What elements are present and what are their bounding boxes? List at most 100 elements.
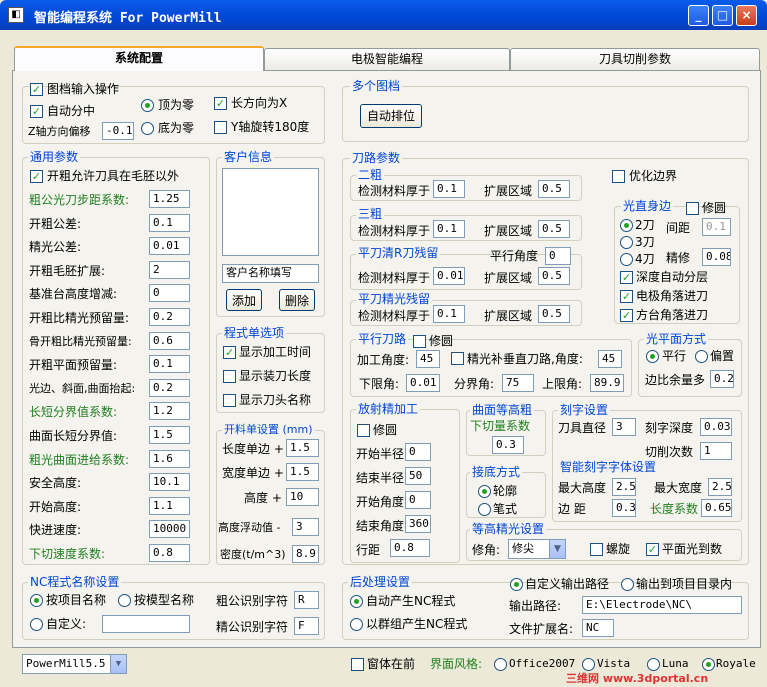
spiral-checkbox[interactable] [590, 543, 603, 556]
engrave-depth-input[interactable]: 0.03 [700, 418, 732, 436]
plane-parallel-radio[interactable] [646, 350, 659, 363]
top-zero-radio[interactable] [141, 99, 154, 112]
third-rough-detect-input[interactable]: 0.1 [433, 220, 465, 238]
flat-finish-expand-input[interactable]: 0.5 [538, 305, 570, 323]
show-length-checkbox[interactable] [223, 370, 236, 383]
version-select[interactable]: PowerMill5.5 ▼ [22, 654, 127, 674]
general-param-input[interactable]: 0.2 [149, 308, 190, 326]
general-param-input[interactable]: 1.25 [149, 190, 190, 208]
elec-corner-checkbox[interactable]: ✓ [620, 290, 633, 303]
minimize-button[interactable]: _ [688, 5, 709, 26]
y-rotate-checkbox[interactable] [214, 121, 227, 134]
allow-tool-checkbox[interactable]: ✓ [30, 170, 43, 183]
third-rough-expand-input[interactable]: 0.5 [538, 220, 570, 238]
cut-count-input[interactable]: 1 [700, 442, 732, 460]
second-rough-expand-input[interactable]: 0.5 [538, 180, 570, 198]
height-margin-input[interactable]: 10 [286, 488, 319, 506]
custom-name-input[interactable] [102, 615, 190, 633]
depth-auto-checkbox[interactable]: ✓ [620, 271, 633, 284]
chevron-down-icon[interactable]: ▼ [549, 540, 565, 558]
delete-customer-button[interactable]: 删除 [279, 289, 315, 311]
max-height-input[interactable]: 2.5 [612, 478, 636, 496]
customer-list[interactable] [222, 168, 319, 256]
plane-first-checkbox[interactable]: ✓ [646, 543, 659, 556]
file-ext-input[interactable]: NC [582, 619, 614, 637]
general-param-input[interactable]: 0.8 [149, 544, 190, 562]
by-model-radio[interactable] [118, 594, 131, 607]
four-pass-radio[interactable] [620, 253, 633, 266]
z-offset-input[interactable]: -0.1 [102, 122, 134, 140]
max-width-input[interactable]: 2.5 [708, 478, 732, 496]
row-spacing-input[interactable]: 0.8 [390, 539, 430, 557]
to-project-radio[interactable] [621, 578, 634, 591]
close-button[interactable]: × [736, 5, 757, 26]
auto-nc-radio[interactable] [350, 595, 363, 608]
style-office-radio[interactable] [494, 658, 507, 671]
length-coef-input[interactable]: 0.65 [701, 499, 732, 517]
by-project-radio[interactable] [30, 594, 43, 607]
gap-input[interactable]: 0.1 [702, 218, 731, 236]
width-margin-input[interactable]: 1.5 [286, 463, 319, 481]
start-angle-input[interactable]: 0 [405, 491, 431, 509]
finish-vertical-checkbox[interactable] [451, 352, 464, 365]
general-param-input[interactable]: 1.1 [149, 496, 190, 515]
general-param-input[interactable]: 0.1 [149, 213, 190, 232]
general-param-input[interactable]: 0.2 [149, 378, 190, 397]
corner-select[interactable]: 修尖 ▼ [508, 539, 566, 559]
flat-angle-input[interactable]: 0 [545, 247, 571, 265]
length-margin-input[interactable]: 1.5 [286, 439, 319, 457]
second-rough-detect-input[interactable]: 0.1 [433, 180, 465, 198]
radial-trim-checkbox[interactable] [357, 424, 370, 437]
tool-dia-input[interactable]: 3 [612, 418, 636, 436]
general-param-input[interactable]: 0.1 [149, 355, 190, 374]
flat-expand-input[interactable]: 0.5 [538, 267, 570, 285]
auto-arrange-button[interactable]: 自动排位 [360, 104, 422, 128]
output-path-input[interactable]: E:\Electrode\NC\ [582, 596, 742, 614]
edge-margin-input[interactable]: 0.3 [612, 499, 636, 517]
general-param-input[interactable]: 10.1 [149, 473, 190, 492]
chevron-down-icon[interactable]: ▼ [110, 655, 126, 673]
end-angle-input[interactable]: 360 [405, 515, 431, 533]
general-param-input[interactable]: 1.5 [149, 426, 190, 444]
fine-input[interactable]: 0.08 [702, 248, 731, 266]
app-icon[interactable]: ◧ [8, 7, 24, 23]
general-param-input[interactable]: 0.01 [149, 237, 190, 256]
maximize-button[interactable]: □ [712, 5, 733, 26]
start-radius-input[interactable]: 0 [405, 443, 431, 461]
pen-radio[interactable] [478, 503, 491, 516]
tab-system-config[interactable]: 系统配置 [14, 46, 264, 71]
two-pass-radio[interactable] [620, 219, 633, 232]
custom-name-radio[interactable] [30, 618, 43, 631]
edge-trim-checkbox[interactable] [686, 202, 699, 215]
general-param-input[interactable]: 1.6 [149, 449, 190, 468]
tab-tool-cutting-params[interactable]: 刀具切削参数 [510, 48, 760, 70]
auto-center-checkbox[interactable]: ✓ [30, 105, 43, 118]
general-param-input[interactable]: 0.6 [149, 331, 190, 350]
general-param-input[interactable]: 1.2 [149, 402, 190, 421]
flat-detect-input[interactable]: 0.01 [433, 267, 465, 285]
show-time-checkbox[interactable]: ✓ [223, 346, 236, 359]
general-param-input[interactable]: 0 [149, 284, 190, 303]
general-param-input[interactable]: 10000 [149, 520, 190, 539]
split-angle-input[interactable]: 75 [502, 374, 534, 392]
group-nc-radio[interactable] [350, 618, 363, 631]
long-x-checkbox[interactable]: ✓ [214, 97, 227, 110]
window-on-top-checkbox[interactable] [351, 658, 364, 671]
input-op-checkbox[interactable]: ✓ [30, 83, 43, 96]
fine-id-input[interactable]: F [294, 617, 319, 635]
margin-input[interactable]: 0.2 [710, 370, 734, 388]
end-radius-input[interactable]: 50 [405, 467, 431, 485]
lower-angle-input[interactable]: 0.01 [406, 374, 440, 392]
finish-vertical-input[interactable]: 45 [598, 350, 622, 368]
bottom-zero-radio[interactable] [141, 122, 154, 135]
process-angle-input[interactable]: 45 [416, 350, 440, 368]
contour-radio[interactable] [478, 485, 491, 498]
custom-path-radio[interactable] [510, 578, 523, 591]
optimize-boundary-checkbox[interactable] [612, 170, 625, 183]
three-pass-radio[interactable] [620, 236, 633, 249]
square-corner-checkbox[interactable]: ✓ [620, 309, 633, 322]
upper-angle-input[interactable]: 89.9 [590, 374, 624, 392]
flat-finish-detect-input[interactable]: 0.1 [433, 305, 465, 323]
plane-offset-radio[interactable] [695, 350, 708, 363]
parallel-trim-checkbox[interactable] [413, 335, 426, 348]
